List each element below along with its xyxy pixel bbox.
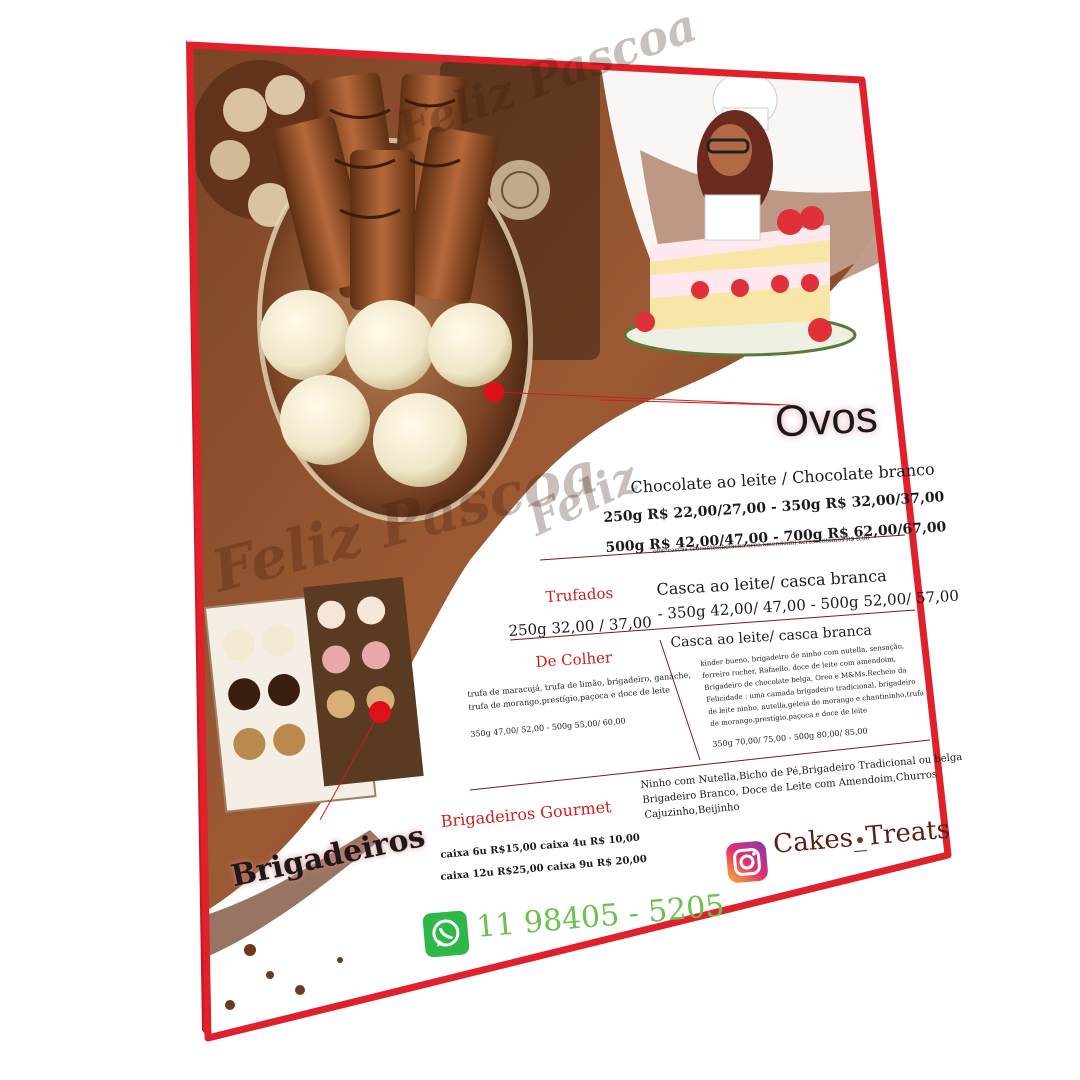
whatsapp-icon[interactable] [422,910,470,958]
instagram-icon[interactable] [725,840,769,884]
ovos-title: Ovos [773,392,879,447]
menu-poster: Feliz Pascoa Feliz Pascoa Feliz Ovos Cho… [0,0,1080,1080]
